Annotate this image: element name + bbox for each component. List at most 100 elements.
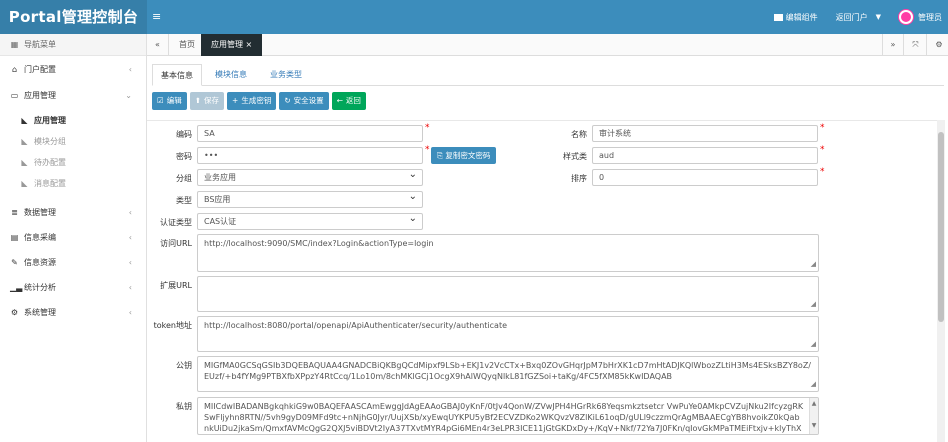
sidebar-subitem-label: 模块分组 — [34, 137, 66, 146]
sidebar-header: ▦ 导航菜单 — [0, 34, 146, 56]
group-label: 分组 — [176, 174, 192, 183]
sidebar-subitem-module-group[interactable]: ◣ 模块分组 — [0, 131, 146, 152]
sidebar-item-system[interactable]: ⚙ 系统管理 ‹ — [0, 300, 146, 325]
copy-password-label: 复制密文密码 — [445, 151, 491, 160]
edit-icon: ☑ — [157, 96, 164, 105]
back-button[interactable]: ← 返回 — [331, 92, 366, 110]
type-label: 类型 — [176, 196, 192, 205]
resize-grip-icon: ◢ — [810, 380, 816, 388]
tab-business-type[interactable]: 业务类型 — [262, 64, 310, 86]
save-button[interactable]: ⬆ 保存 — [189, 92, 225, 110]
close-icon[interactable]: × — [246, 40, 253, 49]
public-key-textarea[interactable]: MIGfMA0GCSqGSIb3DQEBAQUAA4GNADCBiQKBgQCd… — [197, 356, 819, 392]
caret-down-icon: ▼ — [875, 13, 881, 21]
user-menu[interactable]: 管理员 — [899, 10, 942, 24]
sidebar-item-label: 统计分析 — [24, 283, 56, 292]
ext-url-label: 扩展URL — [160, 281, 192, 290]
tab-basic-info[interactable]: 基本信息 — [152, 64, 202, 86]
required-mark: * — [820, 123, 825, 133]
group-select[interactable]: 业务应用 — [197, 169, 423, 186]
chevron-left-icon: ‹ — [128, 283, 132, 292]
token-textarea[interactable]: http://localhost:8080/portal/openapi/Api… — [197, 316, 819, 352]
copy-password-button[interactable]: ⎘ 复制密文密码 — [431, 147, 497, 164]
tab-label: 应用管理 — [211, 40, 243, 49]
sort-input[interactable]: 0 — [592, 169, 818, 186]
required-mark: * — [425, 145, 430, 155]
sidebar-subitem-todo-config[interactable]: ◣ 待办配置 — [0, 152, 146, 173]
arrow-left-icon: ← — [336, 96, 343, 105]
inner-tabs: 基本信息 模块信息 业务类型 — [152, 64, 944, 86]
sidebar-item-label: 信息资源 — [24, 258, 56, 267]
page-scrollbar[interactable] — [937, 120, 945, 442]
sidebar: ▦ 导航菜单 ⌂ 门户配置 ‹ ▭ 应用管理 ⌄ ◣ 应用管理 ◣ 模块分组 ◣… — [0, 34, 147, 442]
edit-button[interactable]: ☑ 编辑 — [152, 92, 187, 110]
required-mark: * — [820, 145, 825, 155]
plus-icon: + — [232, 96, 239, 105]
scrollbar-thumb[interactable] — [938, 132, 944, 322]
edit-component-button[interactable]: 编辑组件 — [773, 12, 818, 23]
menu-toggle-icon[interactable]: ≡ — [152, 10, 161, 23]
scroll-left-icon[interactable]: « — [147, 34, 169, 56]
chevron-left-icon: ‹ — [128, 308, 132, 317]
top-right-menu: 编辑组件 返回门户 ▼ 管理员 — [756, 0, 942, 34]
private-key-textarea[interactable]: MIICdwIBADANBgkqhkiG9w0BAQEFAASCAmEwggJd… — [197, 397, 819, 435]
toolbar: ☑ 编辑 ⬆ 保存 + 生成密钥 ↻ 安全设置 ← 返回 — [152, 92, 369, 110]
top-navbar: Portal管理控制台 ≡ 编辑组件 返回门户 ▼ 管理员 — [0, 0, 948, 34]
private-key-value: MIICdwIBADANBgkqhkiG9w0BAQEFAASCAmEwggJd… — [204, 402, 804, 433]
sidebar-item-app-management[interactable]: ▭ 应用管理 ⌄ — [0, 82, 146, 108]
sidebar-subitem-app-management[interactable]: ◣ 应用管理 — [0, 110, 146, 131]
list-icon: ≣ — [11, 208, 18, 217]
sidebar-item-portal[interactable]: ⌂ 门户配置 ‹ — [0, 56, 146, 82]
cogs-icon: ⚙ — [10, 308, 19, 317]
sidebar-subitem-message-config[interactable]: ◣ 消息配置 — [0, 173, 146, 194]
sidebar-item-data-management[interactable]: ≣ 数据管理 ‹ — [0, 200, 146, 225]
portal-dropdown[interactable]: 返回门户 ▼ — [836, 12, 881, 23]
textarea-scrollbar[interactable]: ▲ ▼ — [809, 398, 818, 434]
gear-icon[interactable]: ⚙ — [928, 34, 948, 56]
type-select[interactable]: BS应用 — [197, 191, 423, 208]
token-value: http://localhost:8080/portal/openapi/Api… — [204, 321, 507, 330]
edit-component-label: 编辑组件 — [785, 12, 818, 22]
style-label: 样式类 — [563, 152, 587, 161]
edit-icon: ✎ — [11, 258, 18, 267]
public-key-value: MIGfMA0GCSqGSIb3DQEBAQUAA4GNADCBiQKBgQCd… — [204, 361, 811, 381]
chevron-down-icon: ⌄ — [125, 90, 132, 100]
sidebar-title: 导航菜单 — [24, 39, 56, 49]
url-textarea[interactable]: http://localhost:9090/SMC/index?Login&ac… — [197, 234, 819, 272]
tag-icon: ◣ — [21, 179, 28, 188]
page-tab-bar: « 首页 应用管理 × » ⤧ ⚙ — [147, 34, 948, 56]
resize-grip-icon: ◢ — [810, 260, 816, 268]
code-input[interactable]: SA — [197, 125, 423, 142]
edit-button-label: 编辑 — [166, 96, 182, 105]
window-icon — [773, 13, 783, 21]
chevron-left-icon: ‹ — [128, 258, 132, 267]
app-form: 编码 SA * 名称 审计系统 * 密码 ••• * ⎘ 复制密文密码 样式类 … — [147, 120, 942, 442]
sidebar-item-statistics[interactable]: ▁▃ 统计分析 ‹ — [0, 275, 146, 300]
sidebar-item-info-resources[interactable]: ✎ 信息资源 ‹ — [0, 250, 146, 275]
generate-key-label: 生成密钥 — [241, 96, 272, 105]
sidebar-item-label: 数据管理 — [24, 208, 56, 217]
sidebar-item-label: 应用管理 — [24, 90, 56, 100]
app-logo[interactable]: Portal管理控制台 — [0, 0, 147, 34]
tab-home[interactable]: 首页 — [169, 34, 205, 56]
auth-type-select[interactable]: CAS认证 — [197, 213, 423, 230]
tab-module-info[interactable]: 模块信息 — [207, 64, 255, 86]
generate-key-button[interactable]: + 生成密钥 — [227, 92, 277, 110]
tab-app-management[interactable]: 应用管理 × — [201, 34, 263, 56]
password-input[interactable]: ••• — [197, 147, 423, 164]
fullscreen-icon[interactable]: ⤧ — [905, 34, 927, 56]
grid-icon: ▦ — [10, 39, 19, 49]
style-input[interactable]: aud — [592, 147, 818, 164]
sidebar-item-info-editing[interactable]: ▤ 信息采编 ‹ — [0, 225, 146, 250]
chart-icon: ▁▃ — [10, 283, 23, 292]
public-key-label: 公钥 — [176, 361, 192, 370]
ext-url-textarea[interactable]: ◢ — [197, 276, 819, 312]
user-name: 管理员 — [918, 12, 942, 22]
security-settings-button[interactable]: ↻ 安全设置 — [279, 92, 329, 110]
password-label: 密码 — [176, 152, 192, 161]
tag-icon: ◣ — [21, 116, 28, 125]
required-mark: * — [425, 123, 430, 133]
sidebar-item-label: 门户配置 — [24, 64, 56, 74]
name-input[interactable]: 审计系统 — [592, 125, 818, 142]
scroll-right-icon[interactable]: » — [882, 34, 904, 56]
